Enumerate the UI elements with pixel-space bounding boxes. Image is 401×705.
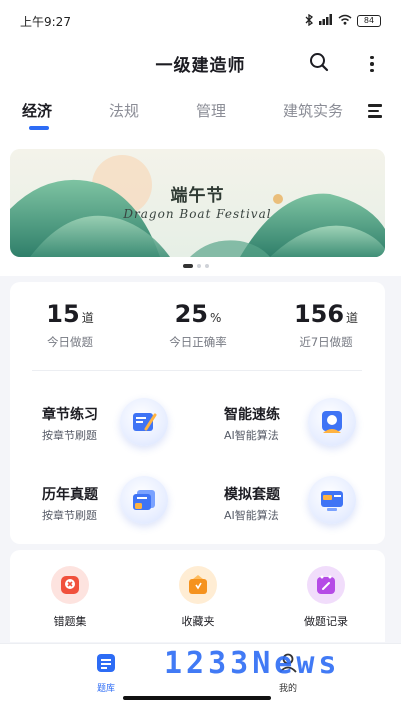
smart-practice-icon <box>308 398 356 446</box>
search-button[interactable] <box>306 51 332 77</box>
nav-label: 我的 <box>278 684 297 694</box>
divider <box>32 370 362 371</box>
practice-card: 15 道 今日做题 25% 今日正确率 156 道 近7日做题 章节练习 按章节刷题… <box>10 282 385 544</box>
mock-exam-icon <box>308 476 356 524</box>
search-icon <box>309 52 329 76</box>
stat-value: 25 <box>174 300 208 328</box>
wifi-icon <box>338 14 352 28</box>
tab-construction-practice[interactable]: 建筑实务 <box>283 100 343 121</box>
feature-subtitle: 按章节刷题 <box>42 509 97 522</box>
mock-exam-button[interactable]: 模拟套题 AI智能算法 <box>224 476 374 536</box>
feature-title: 章节练习 <box>42 407 98 423</box>
chapter-practice-button[interactable]: 章节练习 按章节刷题 <box>42 396 192 456</box>
quick-label: 收藏夹 <box>181 615 215 628</box>
stat-label: 今日做题 <box>47 335 93 349</box>
question-bank-icon <box>95 654 117 678</box>
feature-title: 模拟套题 <box>224 487 280 503</box>
favorites-button[interactable]: 收藏夹 <box>158 566 238 629</box>
battery-indicator: 84 <box>357 15 381 27</box>
history-button[interactable]: 做题记录 <box>286 566 366 629</box>
carousel-dots <box>183 264 209 268</box>
stat-label: 近7日做题 <box>299 335 353 349</box>
stat-unit: 道 <box>346 311 359 325</box>
feature-subtitle: AI智能算法 <box>224 509 279 522</box>
tab-management[interactable]: 管理 <box>196 100 226 121</box>
carousel-dot[interactable] <box>183 264 193 268</box>
chapter-practice-icon <box>120 398 168 446</box>
past-exams-button[interactable]: 历年真题 按章节刷题 <box>42 476 192 536</box>
banner-title: 端午节 <box>170 186 225 206</box>
carousel-dot[interactable] <box>205 264 209 268</box>
nav-question-bank[interactable]: 题库 <box>76 652 136 694</box>
stat-unit: 道 <box>81 311 94 325</box>
feature-subtitle: AI智能算法 <box>224 429 279 442</box>
wrong-questions-button[interactable]: 错题集 <box>30 566 110 629</box>
menu-icon[interactable] <box>368 103 384 119</box>
tab-regulations[interactable]: 法规 <box>109 100 139 121</box>
carousel-dot[interactable] <box>197 264 201 268</box>
stat-today-questions: 15 道 今日做题 <box>10 300 130 350</box>
feature-subtitle: 按章节刷题 <box>42 429 97 442</box>
signal-icon <box>319 14 333 28</box>
nav-label: 题库 <box>96 684 115 694</box>
home-indicator[interactable] <box>123 696 271 700</box>
stat-today-accuracy: 25% 今日正确率 <box>138 300 258 350</box>
status-icons: 84 <box>305 13 381 29</box>
app-header: 一级建造师 <box>0 42 401 84</box>
stat-unit: % <box>210 311 222 325</box>
festival-banner[interactable]: 端午节 Dragon Boat Festival <box>10 149 385 257</box>
stat-value: 15 <box>46 300 80 328</box>
tab-economy[interactable]: 经济 <box>22 100 52 121</box>
watermark: 1233News <box>164 646 341 681</box>
history-icon <box>307 566 345 604</box>
status-bar: 上午9:27 84 <box>0 0 401 42</box>
active-tab-indicator <box>29 126 49 130</box>
more-vertical-icon[interactable] <box>362 51 382 77</box>
quick-label: 做题记录 <box>304 615 348 628</box>
bluetooth-icon <box>305 13 314 29</box>
quick-actions-card: 错题集 收藏夹 做题记录 <box>10 550 385 642</box>
feature-title: 历年真题 <box>42 487 98 503</box>
subject-tabs: 经济 法规 管理 建筑实务 <box>0 84 401 138</box>
stat-label: 今日正确率 <box>169 335 227 349</box>
wrong-questions-icon <box>51 566 89 604</box>
banner-subtitle: Dragon Boat Festival <box>123 207 272 221</box>
smart-practice-button[interactable]: 智能速练 AI智能算法 <box>224 396 374 456</box>
stat-value: 156 <box>293 300 345 328</box>
page-title: 一级建造师 <box>155 55 246 76</box>
status-time: 上午9:27 <box>20 14 71 29</box>
quick-label: 错题集 <box>53 615 87 628</box>
banner-area: 端午节 Dragon Boat Festival <box>0 138 401 276</box>
favorites-icon <box>179 566 217 604</box>
past-exams-icon <box>120 476 168 524</box>
feature-title: 智能速练 <box>224 407 280 423</box>
stat-week-questions: 156 道 近7日做题 <box>266 300 386 350</box>
